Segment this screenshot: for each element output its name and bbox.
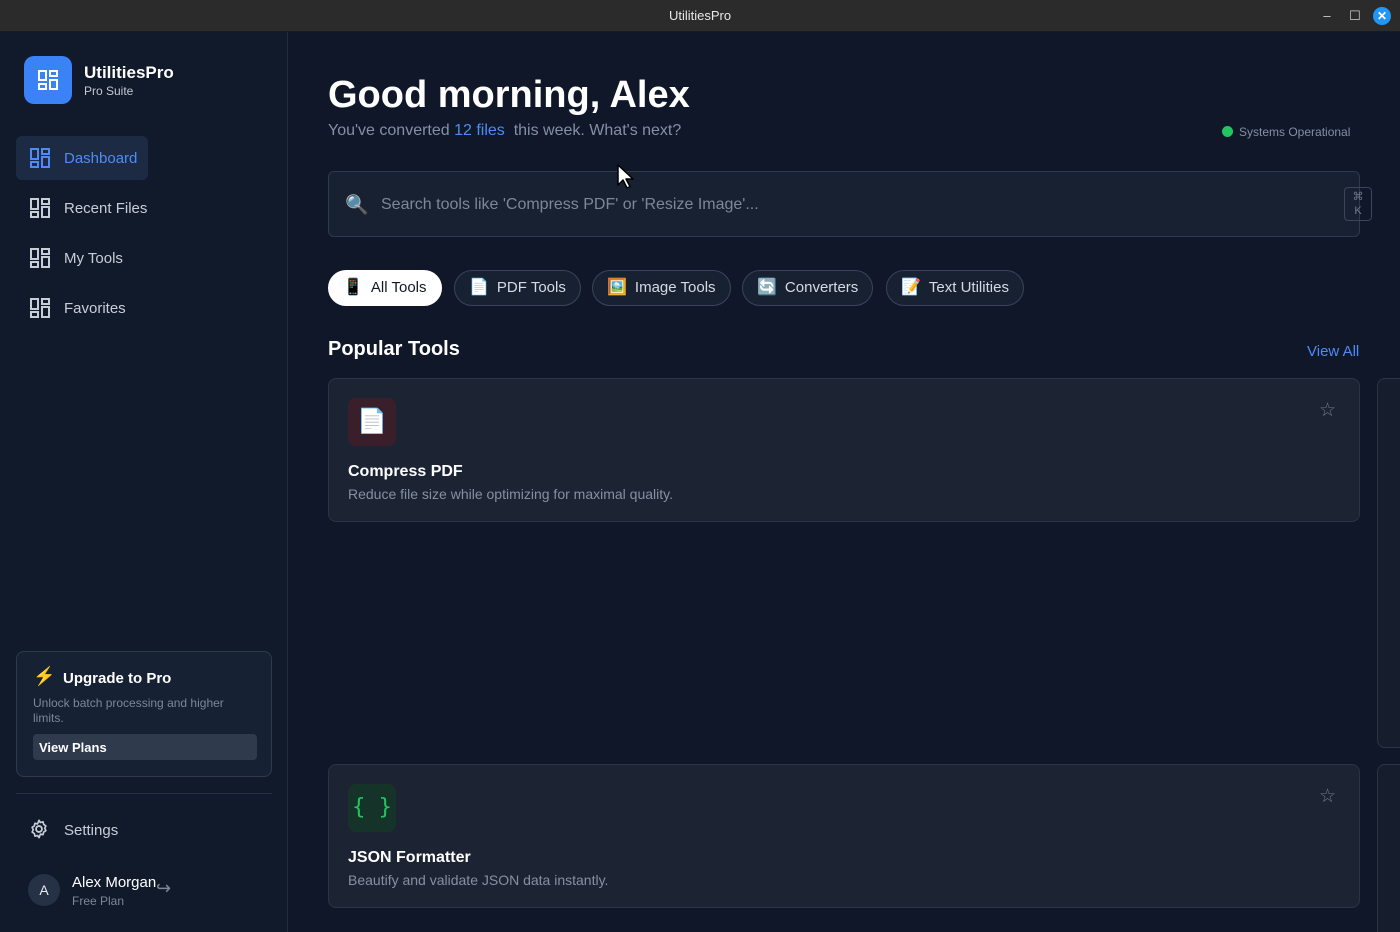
sidebar-item-favorites[interactable]: Favorites [16,286,148,330]
command-key-icon: ⌘ [1352,191,1364,203]
tab-text-utilities[interactable]: 📝 Text Utilities [886,270,1024,306]
brand-name: UtilitiesPro [84,63,174,82]
grid-icon [30,198,50,218]
status-badge: Systems Operational [1222,125,1350,139]
tab-converters[interactable]: 🔄 Converters [742,270,874,306]
tool-card-json-formatter[interactable]: { } JSON Formatter Beautify and validate… [328,764,1360,908]
summary-suffix: this week. What's next? [504,122,682,139]
user-profile[interactable]: A Alex Morgan Free Plan ↪ [28,870,268,910]
conversion-summary: You've converted 12 files this week. Wha… [328,122,681,140]
upgrade-card: ⚡ Upgrade to Pro Unlock batch processing… [16,651,272,777]
section-title: Popular Tools [328,338,460,360]
shortcut-hint: ⌘ K [1344,187,1372,221]
tool-card-partial [1377,378,1400,748]
favorite-star-icon[interactable]: ☆ [1319,399,1336,422]
sidebar-item-my-tools[interactable]: My Tools [16,236,148,280]
user-plan: Free Plan [72,894,125,908]
gear-icon [31,819,47,839]
tab-image-tools[interactable]: 🖼️ Image Tools [592,270,731,306]
view-plans-button[interactable]: View Plans [33,734,257,760]
dashboard-icon [30,148,50,168]
memo-icon: 📝 [901,279,921,296]
grid-icon [30,298,50,318]
tab-pdf-tools[interactable]: 📄 PDF Tools [454,270,581,306]
files-count-link[interactable]: 12 files [454,122,505,139]
tab-label: Text Utilities [928,279,1009,296]
tab-label: Converters [784,279,859,296]
close-icon[interactable]: ✕ [1373,7,1391,25]
sidebar: UtilitiesPro Pro Suite Dashboard Recent … [0,32,288,932]
sidebar-item-label: My Tools [64,250,123,267]
summary-prefix: You've converted [328,122,455,139]
minimize-icon[interactable]: – [1317,6,1337,26]
sidebar-item-label: Favorites [64,300,126,317]
search-bar: 🔍 ⌘K [328,171,1372,237]
phone-icon: 📱 [343,279,363,296]
settings-button[interactable]: Settings [28,818,228,842]
search-input[interactable] [381,192,1281,218]
code-braces-icon: { } [348,784,396,832]
app-logo [24,56,72,104]
sidebar-item-recent-files[interactable]: Recent Files [16,186,148,230]
sidebar-item-label: Dashboard [64,150,138,167]
maximize-icon[interactable]: ☐ [1345,6,1365,26]
tool-name: Compress PDF [348,463,463,480]
brand-subtitle: Pro Suite [84,84,134,98]
window-titlebar: UtilitiesPro – ☐ ✕ [0,0,1400,32]
tool-card-partial [1377,764,1400,932]
refresh-icon: 🔄 [757,279,777,296]
shortcut-key: K [1354,205,1362,217]
favorite-star-icon[interactable]: ☆ [1319,785,1336,808]
document-icon: 📄 [469,279,489,296]
search-icon: 🔍 [345,195,369,216]
tool-description: Beautify and validate JSON data instantl… [348,872,609,888]
status-dot-icon [1222,126,1233,137]
page-title: Good morning, Alex [328,74,690,116]
view-all-link[interactable]: View All [1307,343,1359,360]
tab-label: Image Tools [634,279,716,296]
user-name: Alex Morgan [72,874,157,891]
grid-icon [30,248,50,268]
tab-all-tools[interactable]: 📱 All Tools [328,270,442,306]
lightning-icon: ⚡ [33,666,56,686]
picture-icon: 🖼️ [607,279,627,296]
tool-description: Reduce file size while optimizing for ma… [348,486,673,502]
tool-name: JSON Formatter [348,849,471,866]
main-content: Good morning, Alex You've converted 12 f… [288,32,1400,932]
sidebar-item-label: Recent Files [64,200,148,217]
upgrade-title: Upgrade to Pro [63,670,172,687]
tool-card-compress-pdf[interactable]: 📄 Compress PDF Reduce file size while op… [328,378,1360,522]
pdf-document-icon: 📄 [348,398,396,446]
tab-label: All Tools [370,279,427,296]
window-title: UtilitiesPro [668,8,732,23]
upgrade-description: Unlock batch processing and higher limit… [33,696,224,725]
logout-icon[interactable]: ↪ [156,878,171,899]
avatar: A [28,874,60,906]
divider [16,793,272,794]
status-text: Systems Operational [1239,125,1351,139]
tab-label: PDF Tools [496,279,566,296]
settings-label: Settings [64,822,119,839]
sidebar-item-dashboard[interactable]: Dashboard [16,136,148,180]
mouse-cursor-icon [617,164,634,189]
